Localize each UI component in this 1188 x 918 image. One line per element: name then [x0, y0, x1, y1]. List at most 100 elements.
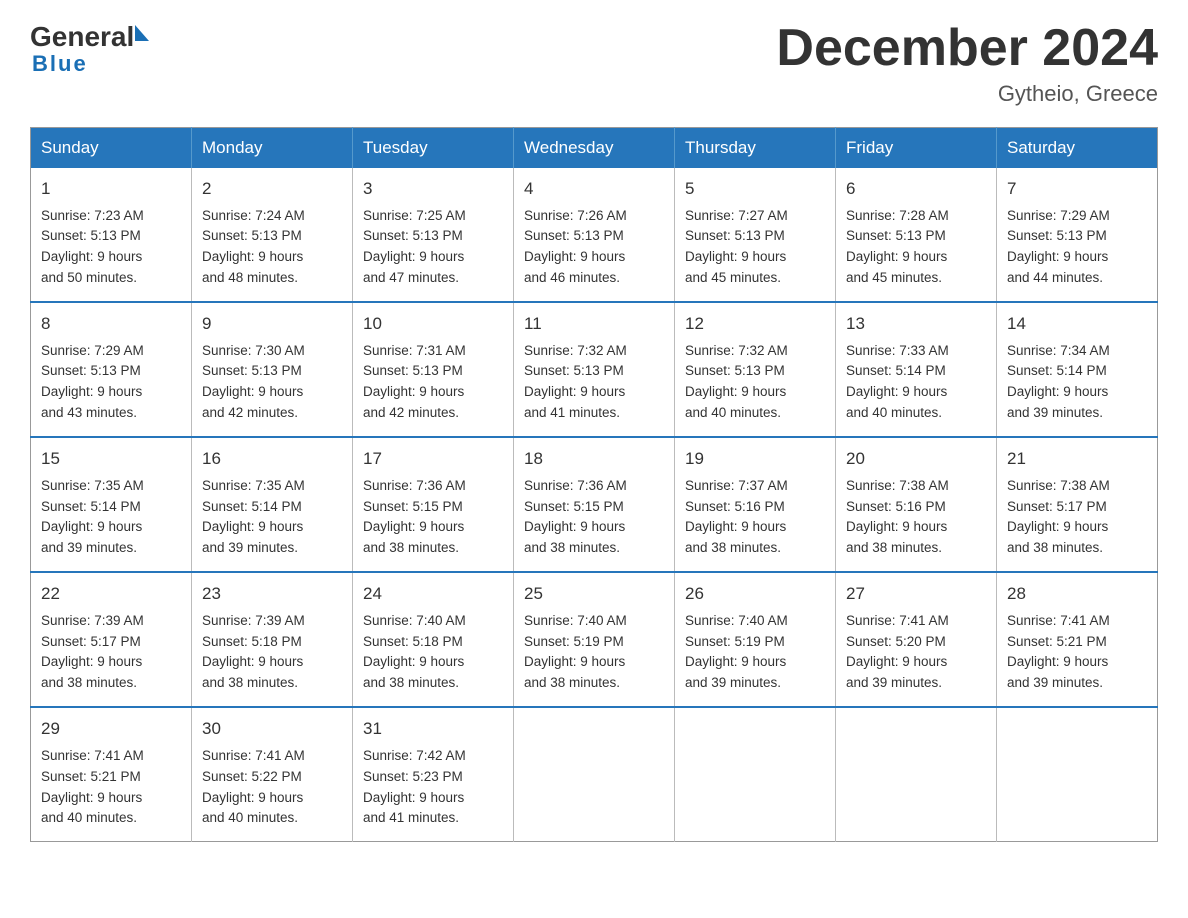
day-number: 10: [363, 311, 503, 337]
day-number: 9: [202, 311, 342, 337]
logo: General Blue: [30, 20, 149, 77]
day-info: Sunrise: 7:41 AMSunset: 5:22 PMDaylight:…: [202, 748, 305, 826]
calendar-cell: 19 Sunrise: 7:37 AMSunset: 5:16 PMDaylig…: [675, 437, 836, 572]
calendar-cell: 9 Sunrise: 7:30 AMSunset: 5:13 PMDayligh…: [192, 302, 353, 437]
day-info: Sunrise: 7:41 AMSunset: 5:21 PMDaylight:…: [1007, 613, 1110, 691]
day-number: 16: [202, 446, 342, 472]
calendar-cell: 12 Sunrise: 7:32 AMSunset: 5:13 PMDaylig…: [675, 302, 836, 437]
day-info: Sunrise: 7:24 AMSunset: 5:13 PMDaylight:…: [202, 208, 305, 286]
day-info: Sunrise: 7:39 AMSunset: 5:18 PMDaylight:…: [202, 613, 305, 691]
day-number: 15: [41, 446, 181, 472]
day-number: 6: [846, 176, 986, 202]
day-info: Sunrise: 7:33 AMSunset: 5:14 PMDaylight:…: [846, 343, 949, 421]
day-info: Sunrise: 7:40 AMSunset: 5:19 PMDaylight:…: [524, 613, 627, 691]
day-number: 29: [41, 716, 181, 742]
calendar-cell: 26 Sunrise: 7:40 AMSunset: 5:19 PMDaylig…: [675, 572, 836, 707]
day-number: 13: [846, 311, 986, 337]
day-number: 25: [524, 581, 664, 607]
column-header-monday: Monday: [192, 128, 353, 169]
day-number: 11: [524, 311, 664, 337]
calendar-cell: 25 Sunrise: 7:40 AMSunset: 5:19 PMDaylig…: [514, 572, 675, 707]
day-number: 24: [363, 581, 503, 607]
day-number: 8: [41, 311, 181, 337]
day-number: 21: [1007, 446, 1147, 472]
day-info: Sunrise: 7:36 AMSunset: 5:15 PMDaylight:…: [524, 478, 627, 556]
calendar-cell: 5 Sunrise: 7:27 AMSunset: 5:13 PMDayligh…: [675, 168, 836, 302]
column-header-thursday: Thursday: [675, 128, 836, 169]
calendar-cell: 13 Sunrise: 7:33 AMSunset: 5:14 PMDaylig…: [836, 302, 997, 437]
day-number: 14: [1007, 311, 1147, 337]
logo-arrow-icon: [135, 25, 149, 41]
calendar-cell: 31 Sunrise: 7:42 AMSunset: 5:23 PMDaylig…: [353, 707, 514, 842]
day-number: 3: [363, 176, 503, 202]
calendar-cell: [836, 707, 997, 842]
day-info: Sunrise: 7:37 AMSunset: 5:16 PMDaylight:…: [685, 478, 788, 556]
page-header: General Blue December 2024 Gytheio, Gree…: [30, 20, 1158, 107]
day-info: Sunrise: 7:30 AMSunset: 5:13 PMDaylight:…: [202, 343, 305, 421]
day-number: 7: [1007, 176, 1147, 202]
calendar-cell: 16 Sunrise: 7:35 AMSunset: 5:14 PMDaylig…: [192, 437, 353, 572]
day-number: 23: [202, 581, 342, 607]
month-title: December 2024: [776, 20, 1158, 77]
day-number: 17: [363, 446, 503, 472]
calendar-cell: 18 Sunrise: 7:36 AMSunset: 5:15 PMDaylig…: [514, 437, 675, 572]
day-info: Sunrise: 7:25 AMSunset: 5:13 PMDaylight:…: [363, 208, 466, 286]
calendar-cell: 3 Sunrise: 7:25 AMSunset: 5:13 PMDayligh…: [353, 168, 514, 302]
calendar-cell: 8 Sunrise: 7:29 AMSunset: 5:13 PMDayligh…: [31, 302, 192, 437]
day-number: 27: [846, 581, 986, 607]
day-info: Sunrise: 7:38 AMSunset: 5:17 PMDaylight:…: [1007, 478, 1110, 556]
logo-blue-text: Blue: [32, 51, 149, 77]
day-number: 2: [202, 176, 342, 202]
calendar-cell: 23 Sunrise: 7:39 AMSunset: 5:18 PMDaylig…: [192, 572, 353, 707]
day-number: 18: [524, 446, 664, 472]
title-section: December 2024 Gytheio, Greece: [776, 20, 1158, 107]
column-header-friday: Friday: [836, 128, 997, 169]
calendar-cell: 24 Sunrise: 7:40 AMSunset: 5:18 PMDaylig…: [353, 572, 514, 707]
day-info: Sunrise: 7:28 AMSunset: 5:13 PMDaylight:…: [846, 208, 949, 286]
day-number: 5: [685, 176, 825, 202]
day-info: Sunrise: 7:38 AMSunset: 5:16 PMDaylight:…: [846, 478, 949, 556]
day-info: Sunrise: 7:26 AMSunset: 5:13 PMDaylight:…: [524, 208, 627, 286]
day-info: Sunrise: 7:42 AMSunset: 5:23 PMDaylight:…: [363, 748, 466, 826]
calendar-cell: 10 Sunrise: 7:31 AMSunset: 5:13 PMDaylig…: [353, 302, 514, 437]
calendar-cell: 11 Sunrise: 7:32 AMSunset: 5:13 PMDaylig…: [514, 302, 675, 437]
day-number: 1: [41, 176, 181, 202]
calendar-cell: 14 Sunrise: 7:34 AMSunset: 5:14 PMDaylig…: [997, 302, 1158, 437]
day-number: 22: [41, 581, 181, 607]
day-info: Sunrise: 7:23 AMSunset: 5:13 PMDaylight:…: [41, 208, 144, 286]
calendar-cell: 22 Sunrise: 7:39 AMSunset: 5:17 PMDaylig…: [31, 572, 192, 707]
day-info: Sunrise: 7:40 AMSunset: 5:19 PMDaylight:…: [685, 613, 788, 691]
calendar-week-row: 29 Sunrise: 7:41 AMSunset: 5:21 PMDaylig…: [31, 707, 1158, 842]
calendar-cell: 15 Sunrise: 7:35 AMSunset: 5:14 PMDaylig…: [31, 437, 192, 572]
day-number: 31: [363, 716, 503, 742]
day-info: Sunrise: 7:27 AMSunset: 5:13 PMDaylight:…: [685, 208, 788, 286]
day-info: Sunrise: 7:41 AMSunset: 5:21 PMDaylight:…: [41, 748, 144, 826]
calendar-cell: 4 Sunrise: 7:26 AMSunset: 5:13 PMDayligh…: [514, 168, 675, 302]
calendar-cell: 30 Sunrise: 7:41 AMSunset: 5:22 PMDaylig…: [192, 707, 353, 842]
calendar-cell: 7 Sunrise: 7:29 AMSunset: 5:13 PMDayligh…: [997, 168, 1158, 302]
calendar-cell: 28 Sunrise: 7:41 AMSunset: 5:21 PMDaylig…: [997, 572, 1158, 707]
calendar-cell: 2 Sunrise: 7:24 AMSunset: 5:13 PMDayligh…: [192, 168, 353, 302]
day-number: 28: [1007, 581, 1147, 607]
day-info: Sunrise: 7:35 AMSunset: 5:14 PMDaylight:…: [41, 478, 144, 556]
calendar-cell: 29 Sunrise: 7:41 AMSunset: 5:21 PMDaylig…: [31, 707, 192, 842]
calendar-cell: 21 Sunrise: 7:38 AMSunset: 5:17 PMDaylig…: [997, 437, 1158, 572]
day-info: Sunrise: 7:36 AMSunset: 5:15 PMDaylight:…: [363, 478, 466, 556]
calendar-cell: [997, 707, 1158, 842]
day-info: Sunrise: 7:40 AMSunset: 5:18 PMDaylight:…: [363, 613, 466, 691]
calendar-cell: 20 Sunrise: 7:38 AMSunset: 5:16 PMDaylig…: [836, 437, 997, 572]
calendar-week-row: 8 Sunrise: 7:29 AMSunset: 5:13 PMDayligh…: [31, 302, 1158, 437]
day-info: Sunrise: 7:31 AMSunset: 5:13 PMDaylight:…: [363, 343, 466, 421]
calendar-cell: 17 Sunrise: 7:36 AMSunset: 5:15 PMDaylig…: [353, 437, 514, 572]
day-info: Sunrise: 7:32 AMSunset: 5:13 PMDaylight:…: [685, 343, 788, 421]
day-number: 20: [846, 446, 986, 472]
calendar-cell: [675, 707, 836, 842]
logo-general-text: General: [30, 20, 134, 54]
day-info: Sunrise: 7:41 AMSunset: 5:20 PMDaylight:…: [846, 613, 949, 691]
column-header-tuesday: Tuesday: [353, 128, 514, 169]
calendar-week-row: 1 Sunrise: 7:23 AMSunset: 5:13 PMDayligh…: [31, 168, 1158, 302]
calendar-header-row: SundayMondayTuesdayWednesdayThursdayFrid…: [31, 128, 1158, 169]
day-number: 12: [685, 311, 825, 337]
column-header-sunday: Sunday: [31, 128, 192, 169]
day-info: Sunrise: 7:34 AMSunset: 5:14 PMDaylight:…: [1007, 343, 1110, 421]
